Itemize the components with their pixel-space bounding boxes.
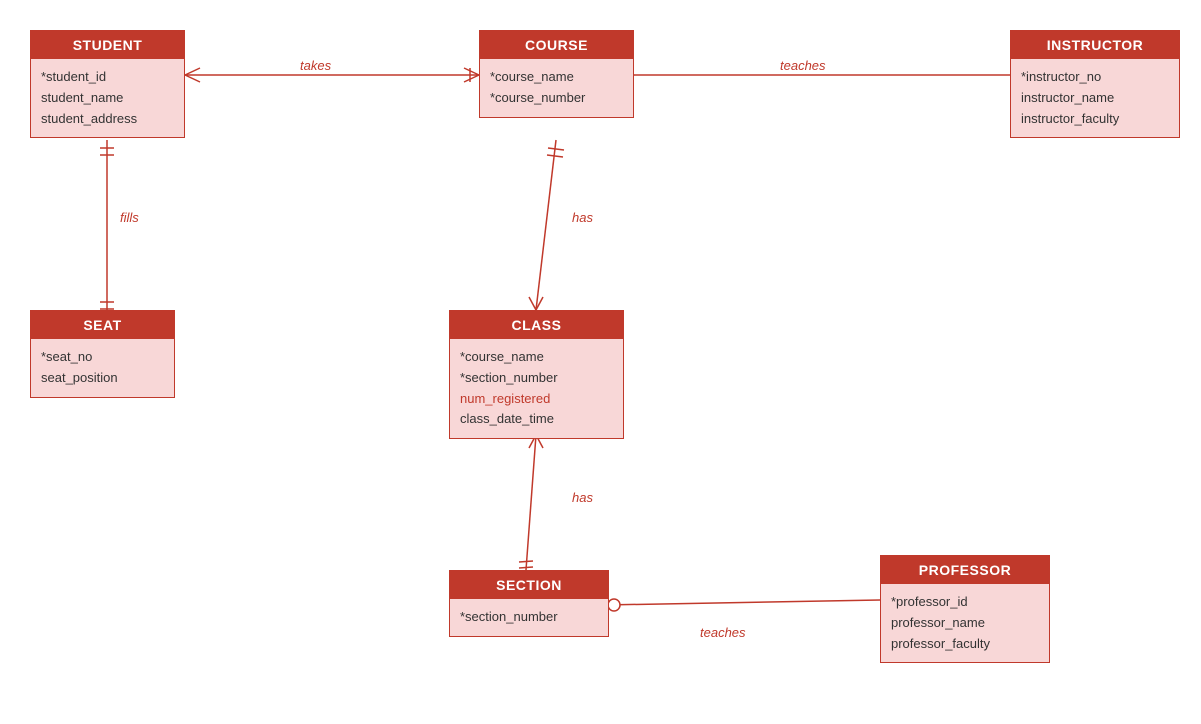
instructor-field-3: instructor_faculty (1021, 109, 1169, 130)
er-diagram: takes teaches fills has has teaches STUD… (0, 0, 1201, 724)
student-field-2: student_name (41, 88, 174, 109)
fills-label: fills (120, 210, 139, 225)
entity-student-header: STUDENT (31, 31, 184, 59)
entity-instructor: INSTRUCTOR *instructor_no instructor_nam… (1010, 30, 1180, 138)
entity-course-header: COURSE (480, 31, 633, 59)
course-field-2: *course_number (490, 88, 623, 109)
entity-instructor-header: INSTRUCTOR (1011, 31, 1179, 59)
entity-class-header: CLASS (450, 311, 623, 339)
class-field-3: num_registered (460, 389, 613, 410)
entity-section-body: *section_number (450, 599, 608, 636)
student-field-1: *student_id (41, 67, 174, 88)
class-field-4: class_date_time (460, 409, 613, 430)
section-field-1: *section_number (460, 607, 598, 628)
teaches-professor-label: teaches (700, 625, 746, 640)
teaches-instructor-label: teaches (780, 58, 826, 73)
has-class-label: has (572, 210, 593, 225)
entity-section-header: SECTION (450, 571, 608, 599)
seat-field-2: seat_position (41, 368, 164, 389)
entity-professor-body: *professor_id professor_name professor_f… (881, 584, 1049, 662)
student-field-3: student_address (41, 109, 174, 130)
entity-student-body: *student_id student_name student_address (31, 59, 184, 137)
course-field-1: *course_name (490, 67, 623, 88)
entity-seat-header: SEAT (31, 311, 174, 339)
instructor-field-1: *instructor_no (1021, 67, 1169, 88)
entity-section: SECTION *section_number (449, 570, 609, 637)
entity-seat-body: *seat_no seat_position (31, 339, 174, 397)
entity-professor-header: PROFESSOR (881, 556, 1049, 584)
entity-instructor-body: *instructor_no instructor_name instructo… (1011, 59, 1179, 137)
entity-class: CLASS *course_name *section_number num_r… (449, 310, 624, 439)
class-field-2: *section_number (460, 368, 613, 389)
has-section-label: has (572, 490, 593, 505)
entity-professor: PROFESSOR *professor_id professor_name p… (880, 555, 1050, 663)
entity-course-body: *course_name *course_number (480, 59, 633, 117)
professor-field-2: professor_name (891, 613, 1039, 634)
professor-field-3: professor_faculty (891, 634, 1039, 655)
seat-field-1: *seat_no (41, 347, 164, 368)
professor-field-1: *professor_id (891, 592, 1039, 613)
entity-student: STUDENT *student_id student_name student… (30, 30, 185, 138)
instructor-field-2: instructor_name (1021, 88, 1169, 109)
entity-class-body: *course_name *section_number num_registe… (450, 339, 623, 438)
entity-seat: SEAT *seat_no seat_position (30, 310, 175, 398)
takes-label: takes (300, 58, 331, 73)
class-field-1: *course_name (460, 347, 613, 368)
entity-course: COURSE *course_name *course_number (479, 30, 634, 118)
